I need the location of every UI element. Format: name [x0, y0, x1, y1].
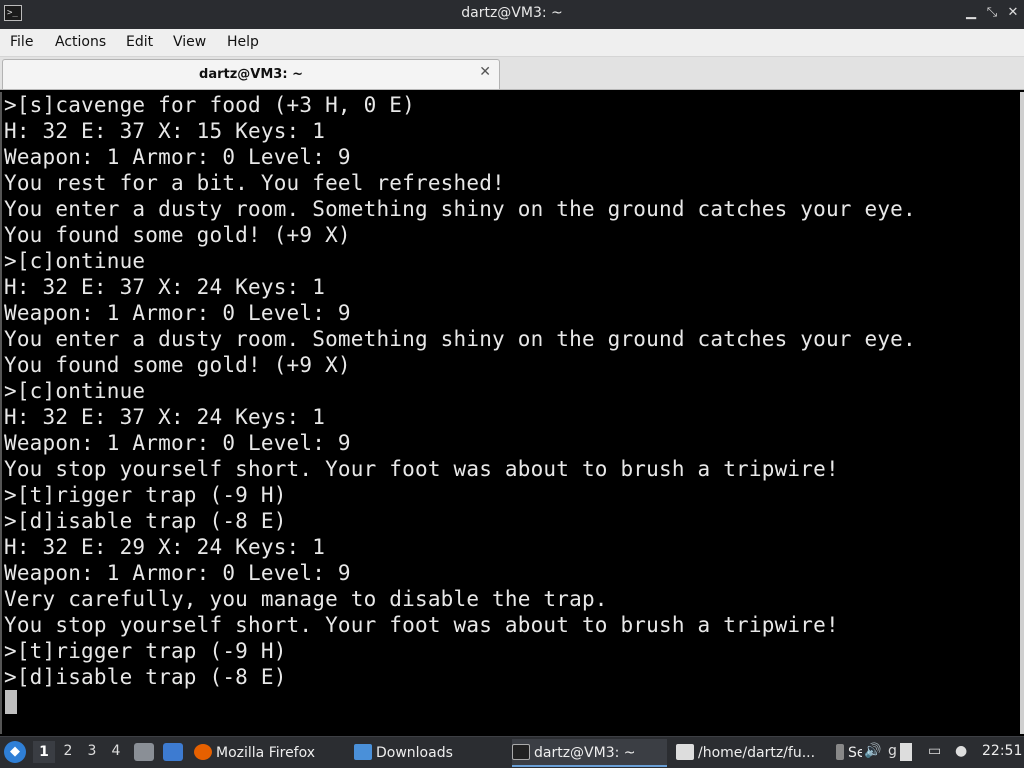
menu-view[interactable]: View	[173, 34, 206, 50]
terminal-lines: >[s]cavenge for food (+3 H, 0 E) H: 32 E:…	[4, 92, 1016, 690]
update-icon[interactable]: ●	[955, 743, 967, 759]
terminal-icon	[512, 744, 530, 760]
menu-edit[interactable]: Edit	[126, 34, 153, 50]
terminal-line: You enter a dusty room. Something shiny …	[4, 197, 916, 221]
firefox-icon	[194, 744, 212, 760]
terminal-line: You stop yourself short. Your foot was a…	[4, 457, 839, 481]
file-manager-launcher-icon[interactable]	[134, 743, 154, 761]
settings-icon	[836, 744, 844, 760]
terminal-line: H: 32 E: 37 X: 15 Keys: 1	[4, 119, 326, 143]
terminal-line: Weapon: 1 Armor: 0 Level: 9	[4, 431, 351, 455]
tab-label: dartz@VM3: ~	[199, 67, 303, 82]
workspace-3[interactable]: 3	[81, 743, 103, 759]
window-title: dartz@VM3: ~	[461, 5, 563, 21]
terminal-line: Weapon: 1 Armor: 0 Level: 9	[4, 145, 351, 169]
task-label: Mozilla Firefox	[216, 745, 316, 761]
text-cursor	[5, 690, 17, 714]
scrollbar[interactable]	[1020, 92, 1024, 734]
terminal-line: >[d]isable trap (-8 E)	[4, 665, 287, 689]
folder-icon	[354, 744, 372, 760]
terminal-line: >[c]ontinue	[4, 249, 146, 273]
terminal-line: Very carefully, you manage to disable th…	[4, 587, 608, 611]
terminal-line: >[d]isable trap (-8 E)	[4, 509, 287, 533]
menu-help[interactable]: Help	[227, 34, 259, 50]
task-label: dartz@VM3: ~	[534, 745, 636, 761]
window-titlebar: >_ dartz@VM3: ~ ▁ ⤡ ✕	[0, 0, 1024, 29]
task-settings[interactable]: Se	[836, 739, 862, 767]
maximize-button[interactable]: ⤡	[983, 4, 1001, 22]
task-label: Se	[848, 745, 862, 761]
terminal-line: >[t]rigger trap (-9 H)	[4, 483, 287, 507]
task-downloads[interactable]: Downloads	[354, 739, 504, 767]
start-menu-icon[interactable]: ◆	[4, 741, 26, 763]
terminal-line: >[c]ontinue	[4, 379, 146, 403]
workspace-2[interactable]: 2	[57, 743, 79, 759]
terminal-line: H: 32 E: 29 X: 24 Keys: 1	[4, 535, 326, 559]
terminal-line: Weapon: 1 Armor: 0 Level: 9	[4, 301, 351, 325]
taskbar: ◆ 1 2 3 4 Mozilla Firefox Downloads dart…	[0, 736, 1024, 768]
task-text-editor[interactable]: /home/dartz/fu...	[676, 739, 828, 767]
tray-label: g	[888, 743, 897, 759]
desktop-icon[interactable]	[163, 743, 183, 761]
terminal-line: You found some gold! (+9 X)	[4, 223, 351, 247]
tab-close-icon[interactable]: ✕	[479, 64, 491, 80]
minimize-button[interactable]: ▁	[962, 4, 980, 22]
tab-bar: dartz@VM3: ~ ✕	[0, 57, 1024, 90]
clipboard-icon[interactable]	[900, 743, 912, 761]
workspace-1[interactable]: 1	[33, 741, 55, 763]
tab-terminal[interactable]: dartz@VM3: ~ ✕	[2, 59, 500, 89]
terminal-line: You rest for a bit. You feel refreshed!	[4, 171, 505, 195]
terminal-line: H: 32 E: 37 X: 24 Keys: 1	[4, 275, 326, 299]
task-terminal[interactable]: dartz@VM3: ~	[512, 739, 667, 767]
terminal-line: >[s]cavenge for food (+3 H, 0 E)	[4, 93, 415, 117]
terminal-line: You found some gold! (+9 X)	[4, 353, 351, 377]
workspace-4[interactable]: 4	[105, 743, 127, 759]
volume-icon[interactable]: 🔊	[864, 743, 881, 759]
task-label: /home/dartz/fu...	[698, 745, 816, 761]
text-editor-icon	[676, 744, 694, 760]
menu-actions[interactable]: Actions	[55, 34, 106, 50]
menu-file[interactable]: File	[10, 34, 33, 50]
task-label: Downloads	[376, 745, 453, 761]
close-window-button[interactable]: ✕	[1004, 4, 1022, 22]
menu-bar: File Actions Edit View Help	[0, 29, 1024, 57]
terminal-line: Weapon: 1 Armor: 0 Level: 9	[4, 561, 351, 585]
terminal-line: >[t]rigger trap (-9 H)	[4, 639, 287, 663]
task-firefox[interactable]: Mozilla Firefox	[194, 739, 344, 767]
terminal-line: H: 32 E: 37 X: 24 Keys: 1	[4, 405, 326, 429]
network-icon[interactable]: ▭	[928, 743, 941, 759]
clock: 22:51	[982, 743, 1023, 759]
terminal-output[interactable]: >[s]cavenge for food (+3 H, 0 E) H: 32 E:…	[0, 92, 1024, 734]
terminal-line: You stop yourself short. Your foot was a…	[4, 613, 839, 637]
terminal-line: You enter a dusty room. Something shiny …	[4, 327, 916, 351]
